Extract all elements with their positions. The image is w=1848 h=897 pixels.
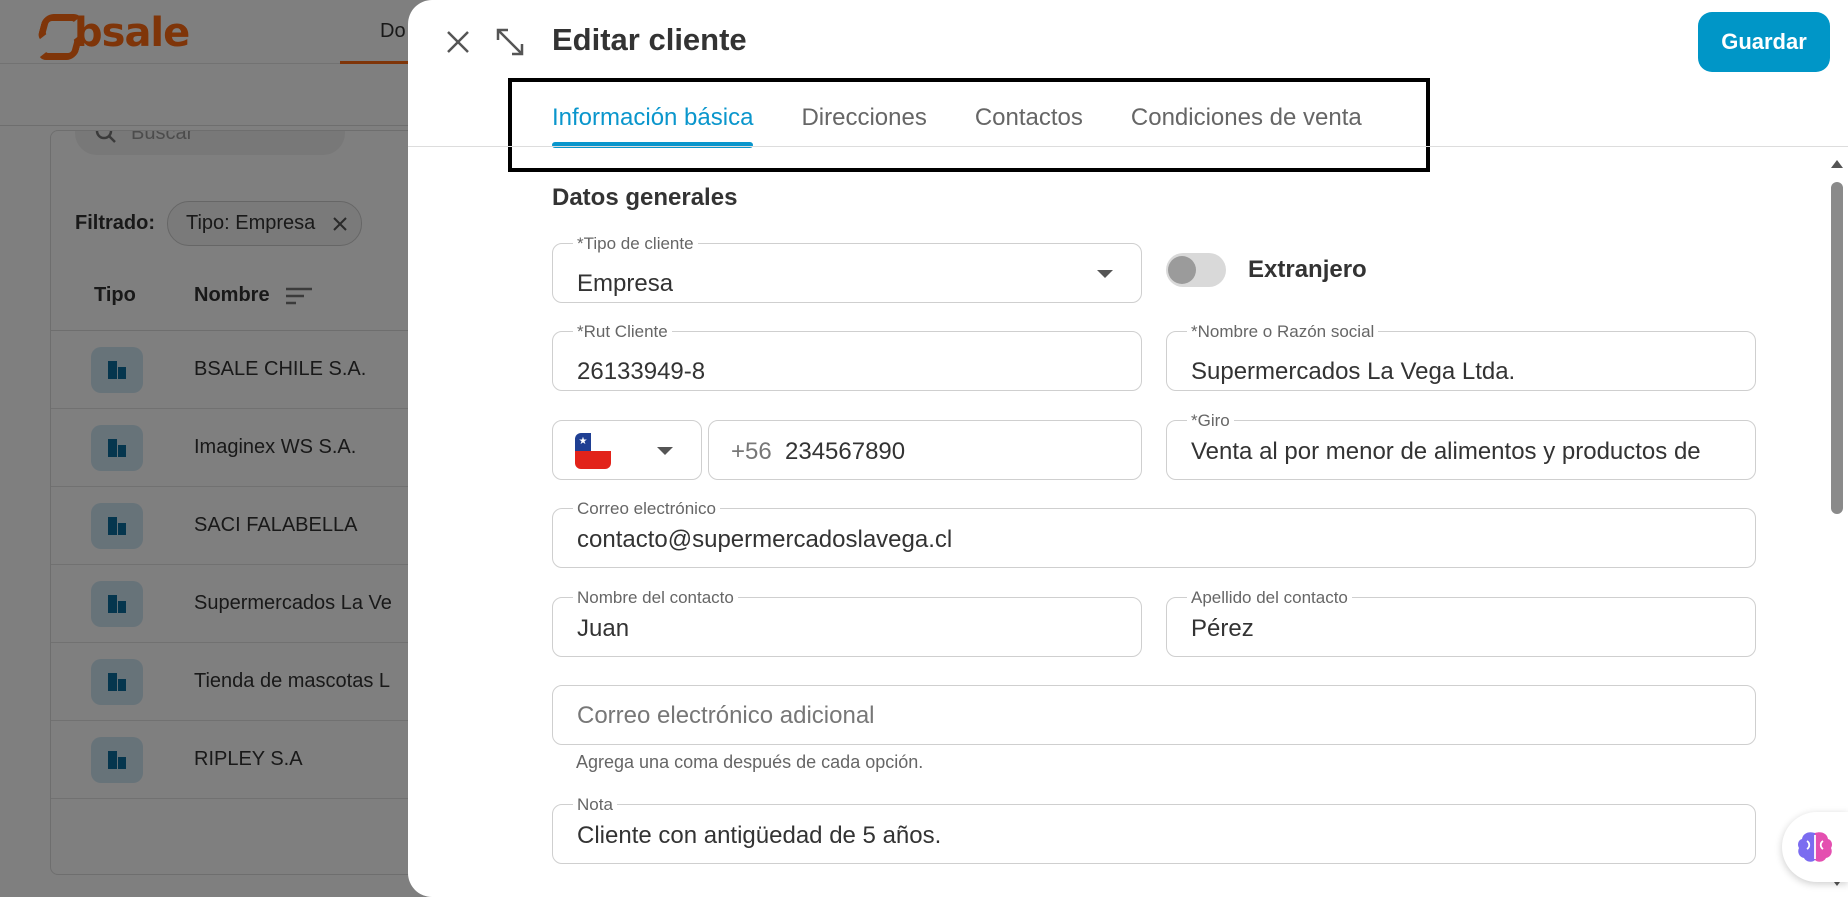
field-value: Supermercados La Vega Ltda.: [1191, 358, 1516, 385]
ai-assistant-button[interactable]: [1782, 812, 1848, 882]
field-label: *Tipo de cliente: [573, 234, 698, 254]
field-label: *Giro: [1187, 411, 1234, 431]
field-value: Juan: [577, 615, 630, 642]
additional-email-field[interactable]: Correo electrónico adicional: [552, 685, 1756, 745]
close-icon: [447, 31, 469, 53]
field-label: Apellido del contacto: [1187, 588, 1352, 608]
contact-name-field[interactable]: Nombre del contacto Juan: [552, 588, 1142, 657]
brain-icon: [1798, 832, 1832, 862]
field-label: Nombre del contacto: [573, 588, 738, 608]
phone-value: 234567890: [785, 438, 906, 465]
chile-flag-icon: ★: [575, 433, 611, 469]
rut-field[interactable]: *Rut Cliente 26133949-8: [552, 322, 1142, 391]
field-value: Pérez: [1191, 615, 1254, 642]
tabs-divider: [408, 146, 1848, 147]
field-label: Correo electrónico: [573, 499, 720, 519]
field-value: Venta al por menor de alimentos y produc…: [1191, 438, 1701, 465]
drawer-title: Editar cliente: [552, 22, 747, 57]
chevron-down-icon: [657, 447, 673, 455]
expand-button[interactable]: [490, 22, 530, 62]
helper-text: Agrega una coma después de cada opción.: [576, 752, 924, 772]
chevron-down-icon: [1097, 270, 1113, 278]
toggle-knob: [1168, 256, 1196, 284]
field-label: Nota: [573, 795, 617, 815]
email-field[interactable]: Correo electrónico contacto@supermercado…: [552, 499, 1756, 568]
field-value: contacto@supermercadoslavega.cl: [577, 526, 953, 553]
field-label: *Nombre o Razón social: [1187, 322, 1379, 342]
client-type-select[interactable]: *Tipo de cliente Empresa: [552, 234, 1142, 303]
expand-icon: [496, 28, 524, 56]
save-button[interactable]: Guardar: [1698, 12, 1830, 72]
phone-prefix: +56: [731, 438, 772, 465]
note-field[interactable]: Nota Cliente con antigüedad de 5 años.: [552, 795, 1756, 864]
edit-client-drawer: Editar cliente Guardar Información básic…: [408, 0, 1848, 897]
field-label: *Rut Cliente: [573, 322, 672, 342]
extranjero-label: Extranjero: [1248, 256, 1367, 283]
field-value: 26133949-8: [577, 358, 706, 385]
field-placeholder: Correo electrónico adicional: [577, 702, 875, 729]
phone-field[interactable]: +56 234567890: [708, 420, 1142, 480]
giro-field[interactable]: *Giro Venta al por menor de alimentos y …: [1166, 411, 1756, 480]
extranjero-toggle[interactable]: [1166, 253, 1226, 287]
tabs-highlight-frame: [508, 78, 1430, 172]
field-value: Empresa: [577, 270, 674, 297]
business-name-field[interactable]: *Nombre o Razón social Supermercados La …: [1166, 322, 1756, 391]
contact-lastname-field[interactable]: Apellido del contacto Pérez: [1166, 588, 1756, 657]
scrollbar-thumb[interactable]: [1831, 182, 1843, 514]
scroll-up-icon[interactable]: [1831, 160, 1843, 168]
field-value: Cliente con antigüedad de 5 años.: [577, 822, 942, 849]
section-title: Datos generales: [552, 184, 738, 211]
close-button[interactable]: [438, 22, 478, 62]
country-code-select[interactable]: ★: [552, 420, 702, 480]
scrollbar[interactable]: [1830, 160, 1844, 890]
